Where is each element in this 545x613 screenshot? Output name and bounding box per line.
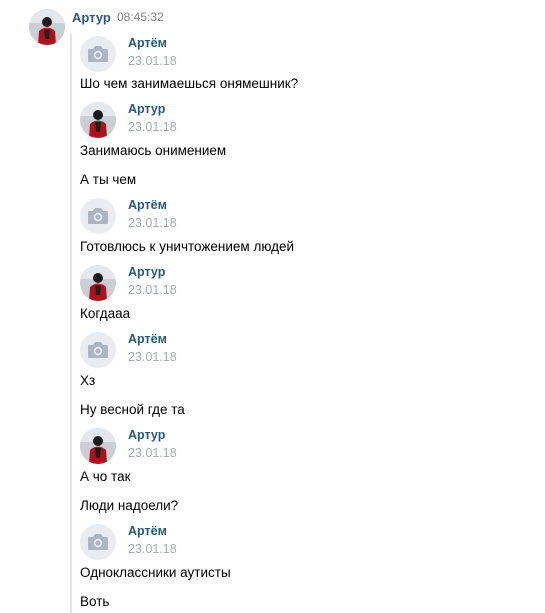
message-date: 23.01.18 [128,216,177,230]
message-text: Воть [80,594,110,609]
user-photo-icon [80,102,116,138]
author-name[interactable]: Артур [128,102,165,116]
camera-icon [88,208,108,224]
author-avatar[interactable] [80,265,116,301]
message-text: Занимаюсь онимением [80,143,227,158]
author-name[interactable]: Артур [128,428,165,442]
user-photo-icon [29,9,65,45]
message-date: 23.01.18 [128,350,177,364]
author-avatar[interactable] [80,102,116,138]
message-text: Люди надоели? [80,498,179,513]
author-avatar[interactable] [80,198,116,234]
sender-avatar[interactable] [29,9,65,45]
author-name[interactable]: Артём [128,524,167,538]
message-text: Готовлюсь к уничтожением людей [80,239,295,254]
message-time: 08:45:32 [117,10,164,24]
message-text: А чо так [80,469,131,484]
camera-icon [88,46,108,62]
author-avatar[interactable] [80,524,116,560]
message-date: 23.01.18 [128,446,177,460]
message-text: Ну весной где та [80,402,185,417]
camera-icon [88,534,108,550]
author-avatar[interactable] [80,36,116,72]
author-avatar[interactable] [80,332,116,368]
message-text: Шо чем занимаешься онямешник? [80,76,299,91]
message-date: 23.01.18 [128,54,177,68]
message-date: 23.01.18 [128,120,177,134]
message-text: Когдааа [80,306,131,321]
author-avatar[interactable] [80,428,116,464]
author-name[interactable]: Артур [128,265,165,279]
user-photo-icon [80,265,116,301]
message-text: А ты чем [80,172,137,187]
message-date: 23.01.18 [128,283,177,297]
message-text: Одноклассники аутисты [80,565,231,580]
author-name[interactable]: Артём [128,332,167,346]
author-name[interactable]: Артём [128,36,167,50]
camera-icon [88,342,108,358]
sender-name[interactable]: Артур [72,10,111,25]
author-name[interactable]: Артём [128,198,167,212]
message-text: Хз [80,373,96,388]
message-date: 23.01.18 [128,542,177,556]
user-photo-icon [80,428,116,464]
forward-thread-line [70,34,72,613]
